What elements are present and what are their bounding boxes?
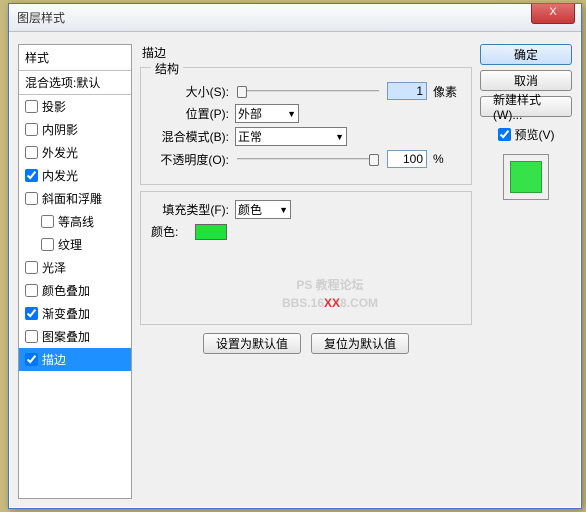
styles-item[interactable]: 纹理: [19, 233, 131, 256]
size-slider-thumb[interactable]: [237, 86, 247, 98]
style-checkbox[interactable]: [25, 307, 38, 320]
titlebar[interactable]: 图层样式 X: [9, 4, 581, 32]
stroke-color-swatch[interactable]: [195, 224, 227, 240]
styles-item[interactable]: 斜面和浮雕: [19, 187, 131, 210]
cancel-button[interactable]: 取消: [480, 70, 572, 91]
styles-panel: 样式 混合选项:默认投影内阴影外发光内发光斜面和浮雕等高线纹理光泽颜色叠加渐变叠…: [18, 44, 132, 499]
center-panel: 描边 结构 大小(S): 像素 位置(P): 外部 ▼: [140, 44, 472, 499]
fill-type-select[interactable]: 颜色 ▼: [235, 200, 291, 219]
style-checkbox[interactable]: [41, 238, 54, 251]
position-label: 位置(P):: [151, 105, 229, 122]
styles-item[interactable]: 等高线: [19, 210, 131, 233]
style-checkbox[interactable]: [25, 192, 38, 205]
layer-style-dialog: 图层样式 X 样式 混合选项:默认投影内阴影外发光内发光斜面和浮雕等高线纹理光泽…: [8, 3, 582, 509]
style-checkbox[interactable]: [41, 215, 54, 228]
style-label: 等高线: [58, 213, 94, 230]
style-checkbox[interactable]: [25, 123, 38, 136]
styles-item[interactable]: 渐变叠加: [19, 302, 131, 325]
styles-item[interactable]: 颜色叠加: [19, 279, 131, 302]
opacity-unit: %: [433, 152, 461, 166]
styles-item[interactable]: 外发光: [19, 141, 131, 164]
style-label: 图案叠加: [42, 328, 90, 345]
style-checkbox[interactable]: [25, 353, 38, 366]
styles-item[interactable]: 描边: [19, 348, 131, 371]
preview-label: 预览(V): [515, 126, 555, 143]
structure-legend: 结构: [151, 60, 183, 77]
styles-item[interactable]: 光泽: [19, 256, 131, 279]
style-label: 投影: [42, 98, 66, 115]
chevron-down-icon: ▼: [335, 132, 344, 142]
section-title: 描边: [140, 44, 472, 61]
ok-button[interactable]: 确定: [480, 44, 572, 65]
opacity-slider-thumb[interactable]: [369, 154, 379, 166]
style-checkbox[interactable]: [25, 169, 38, 182]
preview-checkbox[interactable]: [498, 128, 511, 141]
blend-mode-select[interactable]: 正常 ▼: [235, 127, 347, 146]
preview-swatch: [510, 161, 542, 193]
dialog-body: 样式 混合选项:默认投影内阴影外发光内发光斜面和浮雕等高线纹理光泽颜色叠加渐变叠…: [9, 32, 581, 508]
right-column: 确定 取消 新建样式(W)... 预览(V): [480, 44, 572, 499]
style-checkbox[interactable]: [25, 284, 38, 297]
fill-type-label: 填充类型(F):: [151, 201, 229, 218]
style-label: 内发光: [42, 167, 78, 184]
color-label: 颜色:: [151, 223, 189, 240]
style-checkbox[interactable]: [25, 330, 38, 343]
style-label: 渐变叠加: [42, 305, 90, 322]
style-label: 外发光: [42, 144, 78, 161]
styles-item[interactable]: 投影: [19, 95, 131, 118]
opacity-input[interactable]: [387, 150, 427, 168]
set-default-button[interactable]: 设置为默认值: [203, 333, 301, 354]
styles-item[interactable]: 内发光: [19, 164, 131, 187]
structure-fieldset: 结构 大小(S): 像素 位置(P): 外部 ▼: [140, 67, 472, 185]
size-label: 大小(S):: [151, 83, 229, 100]
styles-list: 混合选项:默认投影内阴影外发光内发光斜面和浮雕等高线纹理光泽颜色叠加渐变叠加图案…: [19, 71, 131, 498]
preview-box: [503, 154, 549, 200]
window-title: 图层样式: [17, 9, 65, 26]
style-checkbox[interactable]: [25, 261, 38, 274]
size-slider[interactable]: [237, 90, 379, 92]
position-select[interactable]: 外部 ▼: [235, 104, 299, 123]
style-checkbox[interactable]: [25, 100, 38, 113]
close-button[interactable]: X: [531, 4, 575, 24]
new-style-button[interactable]: 新建样式(W)...: [480, 96, 572, 117]
style-label: 描边: [42, 351, 66, 368]
style-label: 斜面和浮雕: [42, 190, 102, 207]
style-label: 颜色叠加: [42, 282, 90, 299]
style-label: 混合选项:默认: [25, 74, 100, 91]
opacity-label: 不透明度(O):: [151, 151, 229, 168]
styles-item[interactable]: 混合选项:默认: [19, 71, 131, 95]
style-label: 光泽: [42, 259, 66, 276]
size-unit: 像素: [433, 83, 461, 100]
size-input[interactable]: [387, 82, 427, 100]
opacity-slider[interactable]: [237, 158, 379, 160]
fill-fieldset: 填充类型(F): 颜色 ▼ 颜色:: [140, 191, 472, 325]
chevron-down-icon: ▼: [279, 205, 288, 215]
blend-mode-label: 混合模式(B):: [151, 128, 229, 145]
style-label: 纹理: [58, 236, 82, 253]
style-checkbox[interactable]: [25, 146, 38, 159]
styles-header: 样式: [19, 45, 131, 71]
styles-item[interactable]: 内阴影: [19, 118, 131, 141]
styles-item[interactable]: 图案叠加: [19, 325, 131, 348]
reset-default-button[interactable]: 复位为默认值: [311, 333, 409, 354]
chevron-down-icon: ▼: [287, 109, 296, 119]
style-label: 内阴影: [42, 121, 78, 138]
